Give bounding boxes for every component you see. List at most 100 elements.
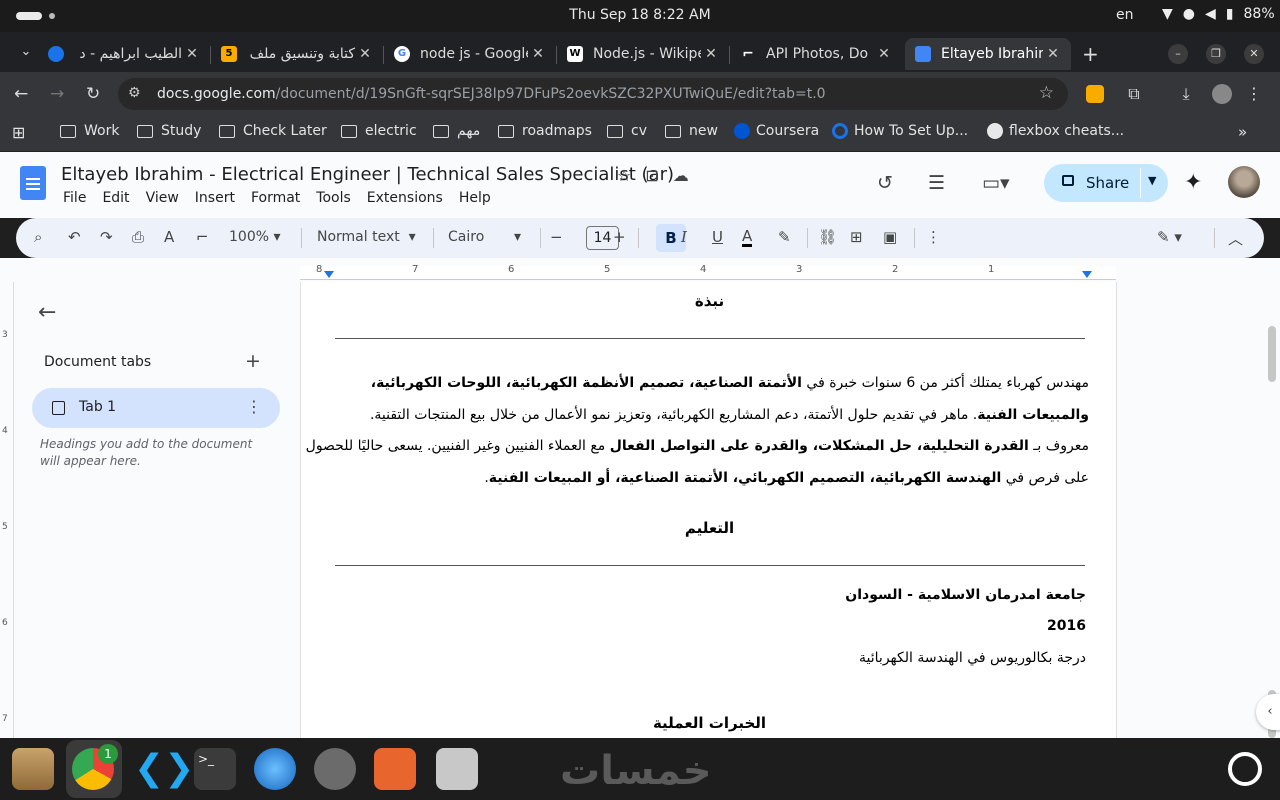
input-language[interactable]: en xyxy=(1116,7,1134,23)
bookmark-folder[interactable]: electric xyxy=(341,123,417,139)
undo-icon[interactable]: ↶ xyxy=(68,228,81,246)
more-bookmarks-chevron-icon[interactable]: » xyxy=(1238,123,1247,141)
tab-search-chevron-icon[interactable]: ⌄ xyxy=(14,40,38,64)
maximize-window-icon[interactable]: ❐ xyxy=(1206,44,1226,64)
redo-icon[interactable]: ↷ xyxy=(100,228,113,246)
paint-format-icon[interactable]: ⌐ xyxy=(196,228,209,246)
bookmark-star-icon[interactable]: ☆ xyxy=(1039,83,1054,103)
clock[interactable]: Thu Sep 18 8:22 AM xyxy=(0,7,1280,23)
google-docs-logo-icon[interactable] xyxy=(20,166,46,200)
bookmark-link[interactable]: Coursera xyxy=(734,123,819,139)
search-menus-icon[interactable]: ⌕ xyxy=(34,228,42,246)
comments-icon[interactable]: ☰ xyxy=(928,172,945,194)
url-text[interactable]: docs.google.com/document/d/19SnGft-sqrSE… xyxy=(157,86,826,102)
text-color-icon[interactable]: A xyxy=(742,228,753,247)
bookmark-folder[interactable]: roadmaps xyxy=(498,123,592,139)
menu-kebab-icon[interactable]: ⋮ xyxy=(1244,84,1264,104)
bookmark-folder[interactable]: مهم xyxy=(433,123,480,139)
decrease-font-size-icon[interactable]: − xyxy=(550,228,563,246)
browser-tab[interactable]: 5 كتابة وتنسيق ملف ✕ xyxy=(211,38,383,70)
document-title[interactable]: Eltayeb Ibrahim - Electrical Engineer | … xyxy=(61,164,674,185)
tab-options-kebab-icon[interactable]: ⋮ xyxy=(246,397,262,416)
app-center-icon[interactable] xyxy=(374,748,416,790)
gemini-sparkle-icon[interactable]: ✦ xyxy=(1184,170,1202,195)
browser-tab[interactable]: الطيب ابراهيم - د ✕ xyxy=(38,38,210,70)
move-folder-icon[interactable]: ⊡ xyxy=(645,166,658,185)
meet-video-icon[interactable]: ▭▾ xyxy=(982,172,1010,194)
system-tray[interactable]: ▼ ● ◀ ▮ 88% xyxy=(1162,6,1275,22)
horizontal-ruler[interactable]: 8 7 6 5 4 3 2 1 xyxy=(0,258,1280,282)
menu-tools[interactable]: Tools xyxy=(316,190,351,206)
bookmark-folder[interactable]: new xyxy=(665,123,718,139)
site-info-icon[interactable]: ⚙ xyxy=(128,85,141,101)
font-family-select[interactable]: Cairo ▾ xyxy=(448,229,528,245)
bookmark-folder[interactable]: Study xyxy=(137,123,201,139)
close-tab-icon[interactable]: ✕ xyxy=(1043,46,1063,62)
menu-edit[interactable]: Edit xyxy=(102,190,129,206)
new-tab-plus-icon[interactable]: + xyxy=(1082,42,1099,66)
close-outline-back-arrow-icon[interactable]: ← xyxy=(38,300,56,325)
close-tab-icon[interactable]: ✕ xyxy=(355,46,375,62)
highlight-color-icon[interactable]: ✎ xyxy=(778,228,791,246)
keep-extension-icon[interactable] xyxy=(1086,85,1104,103)
italic-button[interactable]: I xyxy=(681,228,687,246)
minimize-window-icon[interactable]: – xyxy=(1168,44,1188,64)
bookmark-folder[interactable]: Check Later xyxy=(219,123,327,139)
files-app-icon[interactable] xyxy=(12,748,54,790)
bookmark-link[interactable]: flexbox cheats... xyxy=(987,123,1124,139)
add-comment-icon[interactable]: ⊞ xyxy=(850,228,863,246)
menu-file[interactable]: File xyxy=(63,190,86,206)
back-arrow-icon[interactable]: ← xyxy=(14,84,28,104)
insert-image-icon[interactable]: ▣ xyxy=(883,228,897,246)
spellcheck-icon[interactable]: A xyxy=(164,228,174,246)
print-icon[interactable]: ⎙ xyxy=(132,228,144,246)
paragraph-style-select[interactable]: Normal text ▾ xyxy=(317,229,416,245)
editing-mode-pencil-icon[interactable]: ✎ ▾ xyxy=(1157,228,1182,246)
right-indent-marker[interactable] xyxy=(1082,271,1092,278)
increase-font-size-icon[interactable]: + xyxy=(613,228,626,246)
left-indent-marker[interactable] xyxy=(324,271,334,278)
account-avatar[interactable] xyxy=(1228,166,1260,198)
document-tab-1[interactable]: Tab 1 ⋮ xyxy=(32,388,280,428)
thunderbird-app-icon[interactable] xyxy=(254,748,296,790)
menu-extensions[interactable]: Extensions xyxy=(367,190,443,206)
browser-tab[interactable]: ⌐ API Photos, Do ✕ xyxy=(730,38,902,70)
star-icon[interactable]: ☆ xyxy=(617,166,631,185)
scrollbar-thumb[interactable] xyxy=(1268,326,1276,382)
close-tab-icon[interactable]: ✕ xyxy=(528,46,548,62)
browser-tab-active[interactable]: Eltayeb Ibrahim ✕ xyxy=(905,38,1071,70)
browser-tab[interactable]: W Node.js - Wikipe ✕ xyxy=(557,38,729,70)
menu-insert[interactable]: Insert xyxy=(195,190,235,206)
insert-link-icon[interactable]: ⛓ xyxy=(818,228,837,246)
address-bar[interactable]: ⚙ docs.google.com/document/d/19SnGft-sqr… xyxy=(118,78,1068,110)
show-apps-ubuntu-icon[interactable] xyxy=(1228,752,1262,786)
share-dropdown-chevron-icon[interactable]: ▼ xyxy=(1148,174,1156,187)
add-tab-plus-icon[interactable]: + xyxy=(245,350,261,372)
cloud-status-icon[interactable]: ☁ xyxy=(673,166,689,185)
menu-help[interactable]: Help xyxy=(459,190,491,206)
close-tab-icon[interactable]: ✕ xyxy=(701,46,721,62)
share-button[interactable]: Share ▼ xyxy=(1044,164,1168,202)
download-icon[interactable]: ⤓ xyxy=(1176,84,1196,104)
extensions-puzzle-icon[interactable]: ⧉ xyxy=(1124,84,1144,104)
browser-tab[interactable]: G node js - Google ✕ xyxy=(384,38,556,70)
close-window-icon[interactable]: ✕ xyxy=(1244,44,1264,64)
terminal-app-icon[interactable]: >_ xyxy=(194,748,236,790)
apps-grid-icon[interactable]: ⊞ xyxy=(12,123,25,142)
underline-button[interactable]: U xyxy=(712,228,723,246)
close-tab-icon[interactable]: ✕ xyxy=(874,46,894,62)
zoom-select[interactable]: 100% ▾ xyxy=(229,229,281,245)
vscode-app-icon[interactable]: ❮❯ xyxy=(134,748,194,790)
reload-icon[interactable]: ↻ xyxy=(86,84,100,104)
show-side-panel-chevron-icon[interactable]: ‹ xyxy=(1256,694,1280,730)
profile-avatar-icon[interactable] xyxy=(1212,84,1232,104)
hide-menus-chevron-up-icon[interactable]: ︿ xyxy=(1228,228,1243,249)
close-tab-icon[interactable]: ✕ xyxy=(182,46,202,62)
bookmark-link[interactable]: How To Set Up... xyxy=(832,123,968,139)
bookmark-folder[interactable]: cv xyxy=(607,123,647,139)
clock-app-icon[interactable] xyxy=(314,748,356,790)
forward-arrow-icon[interactable]: → xyxy=(50,84,64,104)
version-history-icon[interactable]: ↺ xyxy=(877,172,893,194)
menu-view[interactable]: View xyxy=(146,190,179,206)
trash-app-icon[interactable] xyxy=(436,748,478,790)
